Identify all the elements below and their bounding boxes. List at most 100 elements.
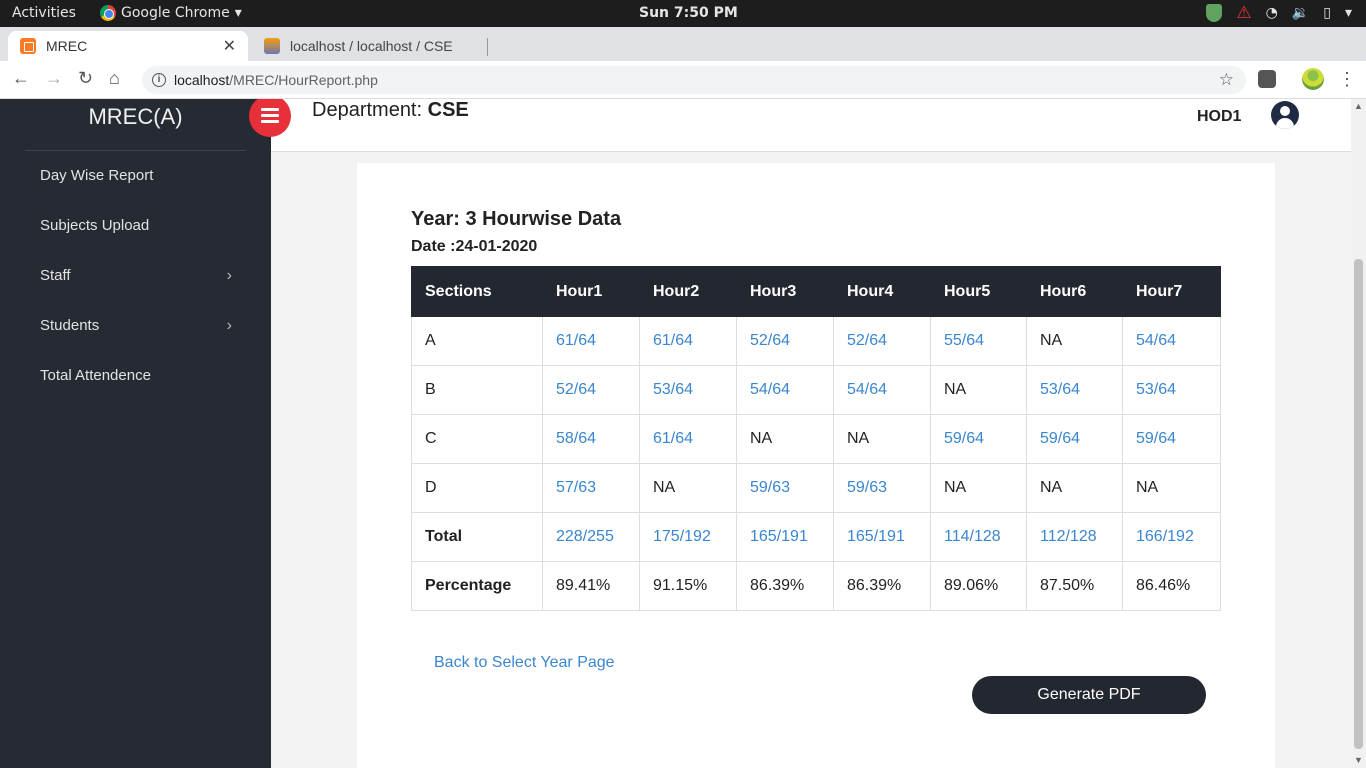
app-menu[interactable]: Google Chrome ▾ (100, 5, 242, 21)
attendance-link[interactable]: 114/128 (930, 512, 1027, 562)
menu-bar (261, 120, 279, 123)
address-bar[interactable]: i localhost /MREC/HourReport.php ☆ (142, 66, 1246, 94)
tab-phpmyadmin[interactable]: localhost / localhost / CSE (252, 31, 488, 61)
sidebar-divider (25, 150, 246, 151)
table-row: B 52/64 53/64 54/64 54/64 NA 53/64 53/64 (411, 365, 1221, 415)
sidebar-item-subjects-upload[interactable]: Subjects Upload (40, 217, 240, 234)
attendance-link[interactable]: 54/64 (1122, 316, 1221, 366)
attendance-link[interactable]: 61/64 (639, 414, 737, 464)
back-arrow-icon[interactable]: ← (12, 68, 30, 89)
chevron-right-icon: › (226, 267, 232, 284)
forward-arrow-icon[interactable]: → (45, 68, 63, 89)
attendance-link[interactable]: 166/192 (1122, 512, 1221, 562)
generate-pdf-button[interactable]: Generate PDF (972, 676, 1206, 714)
page-scrollbar[interactable]: ▲ ▼ (1351, 99, 1366, 768)
url-path: /MREC/HourReport.php (229, 72, 378, 88)
column-header: Hour6 (1026, 266, 1123, 317)
clock[interactable]: Sun 7:50 PM (639, 5, 738, 21)
table-cell: NA (930, 365, 1027, 415)
attendance-link[interactable]: 55/64 (930, 316, 1027, 366)
sidebar-item-total-attendence[interactable]: Total Attendence (40, 367, 240, 384)
sidebar-item-students[interactable]: Students › (40, 317, 240, 335)
system-tray[interactable]: ⚠ ◔ 🔉 ▯ ▾ (1206, 3, 1352, 23)
sidebar-item-day-wise-report[interactable]: Day Wise Report (40, 167, 240, 184)
scrollbar-thumb[interactable] (1354, 259, 1363, 749)
scroll-down-icon[interactable]: ▼ (1354, 755, 1363, 765)
attendance-link[interactable]: 52/64 (542, 365, 640, 415)
column-header: Sections (411, 266, 543, 317)
sidebar-item-label: Subjects Upload (40, 217, 150, 234)
sidebar-item-label: Day Wise Report (40, 167, 154, 184)
brand-title[interactable]: MREC(A) (0, 104, 271, 130)
row-label: C (411, 414, 543, 464)
chevron-down-icon: ▾ (234, 5, 242, 21)
attendance-link[interactable]: 54/64 (833, 365, 931, 415)
page-header: Department: CSE HOD1 (271, 99, 1351, 152)
power-menu-icon[interactable]: ▾ (1345, 5, 1352, 21)
shield-icon[interactable] (1206, 4, 1223, 22)
site-info-icon[interactable]: i (152, 73, 166, 87)
back-to-year-link[interactable]: Back to Select Year Page (434, 654, 615, 672)
user-name[interactable]: HOD1 (1197, 108, 1241, 126)
home-icon[interactable]: ⌂ (109, 68, 120, 89)
menu-bar (261, 108, 279, 111)
bookmark-star-icon[interactable]: ☆ (1219, 70, 1234, 90)
tab-separator (487, 38, 488, 56)
report-date: Date :24-01-2020 (411, 238, 538, 255)
user-avatar-icon[interactable] (1271, 101, 1299, 129)
attendance-link[interactable]: 53/64 (1122, 365, 1221, 415)
department-heading: Department: CSE (312, 99, 469, 122)
attendance-link[interactable]: 112/128 (1026, 512, 1123, 562)
row-label: D (411, 463, 543, 513)
table-cell: NA (1026, 316, 1123, 366)
attendance-link[interactable]: 59/64 (1026, 414, 1123, 464)
browser-toolbar: ← → ↻ ⌂ i localhost /MREC/HourReport.php… (0, 61, 1366, 99)
close-tab-icon[interactable]: ✕ (223, 36, 236, 56)
attendance-link[interactable]: 61/64 (639, 316, 737, 366)
extension-icon[interactable] (1258, 70, 1276, 88)
table-cell: NA (1122, 463, 1221, 513)
attendance-link[interactable]: 53/64 (1026, 365, 1123, 415)
attendance-link[interactable]: 61/64 (542, 316, 640, 366)
department-value: CSE (427, 99, 469, 121)
attendance-link[interactable]: 165/191 (736, 512, 834, 562)
table-cell: 91.15% (639, 561, 737, 611)
tab-strip: MREC ✕ localhost / localhost / CSE + — ❐… (0, 27, 1366, 80)
scroll-up-icon[interactable]: ▲ (1354, 101, 1363, 111)
attendance-link[interactable]: 52/64 (833, 316, 931, 366)
attendance-link[interactable]: 59/63 (833, 463, 931, 513)
activities-button[interactable]: Activities (12, 5, 76, 21)
reload-icon[interactable]: ↻ (78, 68, 93, 89)
profile-avatar-icon[interactable] (1302, 68, 1324, 90)
row-label: Total (411, 512, 543, 562)
report-card: Year: 3 Hourwise Data Date :24-01-2020 S… (357, 163, 1275, 768)
xampp-favicon-icon (20, 38, 36, 54)
attendance-link[interactable]: 57/63 (542, 463, 640, 513)
sidebar-item-staff[interactable]: Staff › (40, 267, 240, 285)
row-label: Percentage (411, 561, 543, 611)
table-cell: 86.46% (1122, 561, 1221, 611)
attendance-link[interactable]: 228/255 (542, 512, 640, 562)
attendance-link[interactable]: 165/191 (833, 512, 931, 562)
warning-icon[interactable]: ⚠ (1236, 3, 1251, 23)
browser-menu-icon[interactable]: ⋮ (1338, 69, 1356, 90)
attendance-link[interactable]: 59/63 (736, 463, 834, 513)
menu-bar (261, 114, 279, 117)
app-name: Google Chrome (121, 5, 230, 21)
battery-icon: ▯ (1323, 5, 1331, 21)
attendance-link[interactable]: 53/64 (639, 365, 737, 415)
table-cell: 89.06% (930, 561, 1027, 611)
attendance-link[interactable]: 59/64 (1122, 414, 1221, 464)
column-header: Hour1 (542, 266, 640, 317)
attendance-link[interactable]: 52/64 (736, 316, 834, 366)
attendance-link[interactable]: 54/64 (736, 365, 834, 415)
attendance-link[interactable]: 58/64 (542, 414, 640, 464)
table-cell: NA (833, 414, 931, 464)
phpmyadmin-favicon-icon (264, 38, 280, 54)
attendance-link[interactable]: 175/192 (639, 512, 737, 562)
table-row: D 57/63 NA 59/63 59/63 NA NA NA (411, 463, 1221, 513)
table-cell: 87.50% (1026, 561, 1123, 611)
tab-mrec[interactable]: MREC ✕ (8, 31, 248, 61)
sidebar-item-label: Students (40, 317, 100, 334)
attendance-link[interactable]: 59/64 (930, 414, 1027, 464)
